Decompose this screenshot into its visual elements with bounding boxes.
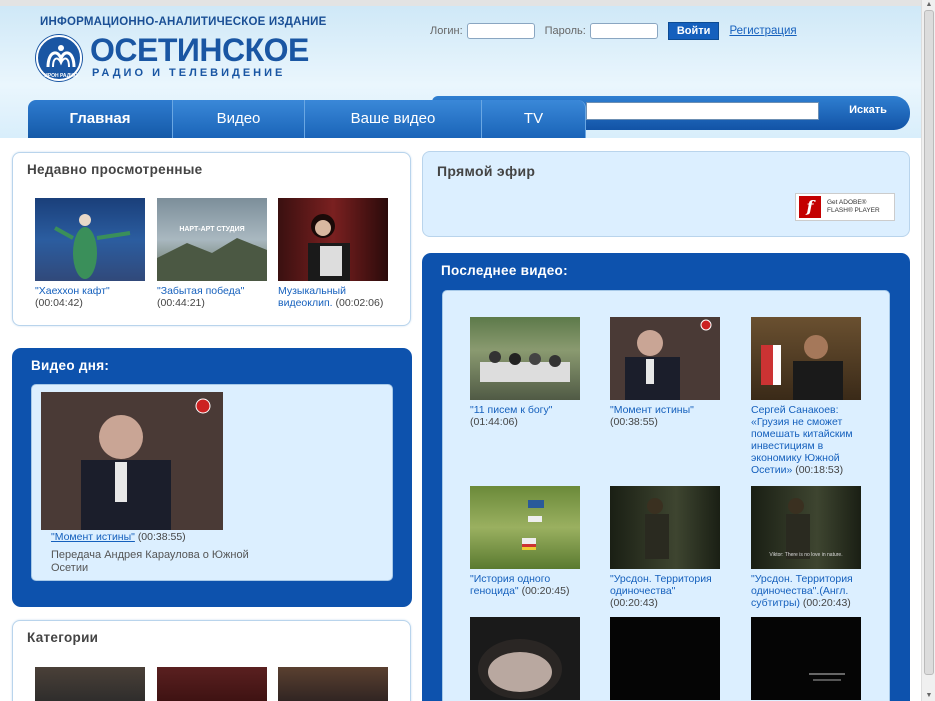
list-item[interactable]: Музыкальный видеоклип. (00:02:06) bbox=[278, 198, 390, 309]
category-thumbnail[interactable] bbox=[278, 667, 388, 701]
video-thumbnail[interactable]: Viktor: There is no love in nature. bbox=[751, 486, 861, 569]
list-item[interactable]: "Момент истины" (00:38:55) bbox=[610, 317, 722, 428]
video-thumbnail[interactable] bbox=[35, 198, 145, 281]
get-flash-player-button[interactable]: f Get ADOBE® FLASH® PLAYER bbox=[795, 193, 895, 221]
video-thumbnail[interactable] bbox=[470, 317, 580, 400]
list-item[interactable]: "Хаеххон кафт" (00:04:42) bbox=[35, 198, 147, 309]
thumb-caption: НАРТ-АРТ СТУДИЯ bbox=[179, 226, 244, 233]
tab-home[interactable]: Главная bbox=[28, 100, 173, 138]
search-input[interactable] bbox=[586, 102, 819, 120]
category-thumbnail[interactable] bbox=[35, 667, 145, 701]
flash-line1: Get ADOBE® bbox=[827, 199, 867, 206]
video-duration: (01:44:06) bbox=[470, 416, 518, 428]
categories-title: Категории bbox=[27, 630, 99, 645]
video-title-link[interactable]: "Хаеххон кафт" bbox=[35, 285, 110, 297]
tab-video[interactable]: Видео bbox=[173, 100, 305, 138]
video-duration: (00:20:43) bbox=[610, 597, 658, 609]
list-item[interactable] bbox=[610, 617, 722, 700]
video-title-link[interactable]: "11 писем к богу" bbox=[470, 404, 553, 416]
featured-video-duration: (00:38:55) bbox=[137, 531, 186, 543]
logo-title[interactable]: ОСЕТИНСКОЕ bbox=[90, 32, 309, 68]
login-input[interactable] bbox=[466, 23, 535, 39]
list-item[interactable]: Сергей Санакоев: «Грузия не сможет помеш… bbox=[751, 317, 863, 476]
flash-icon: f bbox=[799, 196, 821, 218]
search-button[interactable]: Искать bbox=[826, 96, 910, 130]
list-item[interactable] bbox=[751, 617, 863, 700]
featured-video-thumbnail[interactable] bbox=[41, 392, 223, 530]
video-thumbnail[interactable]: НАРТ-АРТ СТУДИЯ bbox=[157, 198, 267, 281]
emblem-text: ИРОН РАДИО bbox=[44, 73, 78, 79]
login-label: Логин: bbox=[430, 25, 463, 37]
list-item[interactable]: "История одного геноцида" (00:20:45) bbox=[470, 486, 582, 597]
video-thumbnail[interactable] bbox=[751, 617, 861, 700]
video-thumbnail[interactable] bbox=[610, 317, 720, 400]
video-duration: (00:20:43) bbox=[802, 597, 851, 609]
video-duration: (00:04:42) bbox=[35, 297, 83, 309]
recent-panel: Недавно просмотренные "Хаеххон кафт" (00:… bbox=[12, 152, 411, 326]
logo-subtitle: ИНФОРМАЦИОННО-АНАЛИТИЧЕСКОЕ ИЗДАНИЕ bbox=[40, 16, 327, 28]
live-title: Прямой эфир bbox=[437, 163, 536, 179]
featured-video-description: Передача Андрея Караулова о Южной Осетии bbox=[51, 549, 249, 574]
categories-panel: Категории bbox=[12, 620, 411, 701]
video-thumbnail[interactable] bbox=[470, 617, 580, 700]
video-thumbnail[interactable] bbox=[751, 317, 861, 400]
video-duration: (00:20:45) bbox=[521, 585, 570, 597]
site-header: ИНФОРМАЦИОННО-АНАЛИТИЧЕСКОЕ ИЗДАНИЕ ИРОН… bbox=[0, 6, 921, 138]
logo-emblem-icon[interactable]: ИРОН РАДИО bbox=[36, 35, 82, 81]
password-label: Пароль: bbox=[544, 25, 586, 37]
video-duration: (00:18:53) bbox=[795, 464, 844, 476]
list-item[interactable] bbox=[470, 617, 582, 700]
list-item[interactable]: Viktor: There is no love in nature. "Урс… bbox=[751, 486, 863, 609]
thumb-subtitle: Viktor: There is no love in nature. bbox=[769, 552, 842, 558]
video-of-day-title: Видео дня: bbox=[31, 358, 110, 373]
video-thumbnail[interactable] bbox=[278, 198, 388, 281]
recent-title: Недавно просмотренные bbox=[27, 162, 203, 177]
list-item[interactable]: НАРТ-АРТ СТУДИЯ "Забытая победа" (00:44:2… bbox=[157, 198, 269, 309]
video-duration: (00:02:06) bbox=[335, 297, 384, 309]
scroll-down-arrow-icon[interactable]: ▼ bbox=[922, 691, 935, 701]
video-of-day-inner: "Момент истины" (00:38:55) Передача Андр… bbox=[31, 384, 393, 581]
category-thumbnail[interactable] bbox=[157, 667, 267, 701]
video-title-link[interactable]: "Урсдон. Территория одиночества" bbox=[610, 573, 712, 597]
main-nav: Главная Видео Ваше видео TV bbox=[28, 100, 586, 138]
flash-line2: FLASH® PLAYER bbox=[827, 207, 880, 214]
video-of-day-panel: Видео дня: "Момент истины" (00:38:55) Пе… bbox=[12, 348, 412, 607]
tab-your-video[interactable]: Ваше видео bbox=[305, 100, 482, 138]
scroll-up-arrow-icon[interactable]: ▲ bbox=[922, 0, 935, 10]
password-input[interactable] bbox=[589, 23, 658, 39]
video-duration: (00:38:55) bbox=[610, 416, 658, 428]
page-scrollbar[interactable]: ▲ ▼ bbox=[921, 0, 935, 701]
featured-video-link[interactable]: "Момент истины" bbox=[51, 531, 135, 543]
video-thumbnail[interactable] bbox=[610, 617, 720, 700]
register-link[interactable]: Регистрация bbox=[729, 25, 796, 37]
video-title-link[interactable]: "Момент истины" bbox=[610, 404, 694, 416]
login-button[interactable]: Войти bbox=[667, 22, 720, 40]
page: ИНФОРМАЦИОННО-АНАЛИТИЧЕСКОЕ ИЗДАНИЕ ИРОН… bbox=[0, 0, 921, 701]
scrollbar-thumb[interactable] bbox=[924, 10, 934, 675]
tab-tv[interactable]: TV bbox=[482, 100, 586, 138]
live-panel: Прямой эфир f Get ADOBE® FLASH® PLAYER bbox=[422, 151, 910, 237]
latest-videos-panel: Последнее видео: "11 писем к богу" (01:44… bbox=[422, 253, 910, 701]
video-title-link[interactable]: "Забытая победа" bbox=[157, 285, 244, 297]
video-duration: (00:44:21) bbox=[157, 297, 205, 309]
logo-tagline: РАДИО И ТЕЛЕВИДЕНИЕ bbox=[92, 67, 286, 79]
video-thumbnail[interactable] bbox=[470, 486, 580, 569]
list-item[interactable]: "Урсдон. Территория одиночества" (00:20:4… bbox=[610, 486, 722, 609]
latest-videos-title: Последнее видео: bbox=[441, 263, 568, 278]
latest-videos-inner: "11 писем к богу" (01:44:06) "Момент исти… bbox=[442, 290, 890, 701]
video-thumbnail[interactable] bbox=[610, 486, 720, 569]
list-item[interactable]: "11 писем к богу" (01:44:06) bbox=[470, 317, 582, 428]
login-form: Логин: Пароль: Войти Регистрация bbox=[430, 20, 797, 42]
